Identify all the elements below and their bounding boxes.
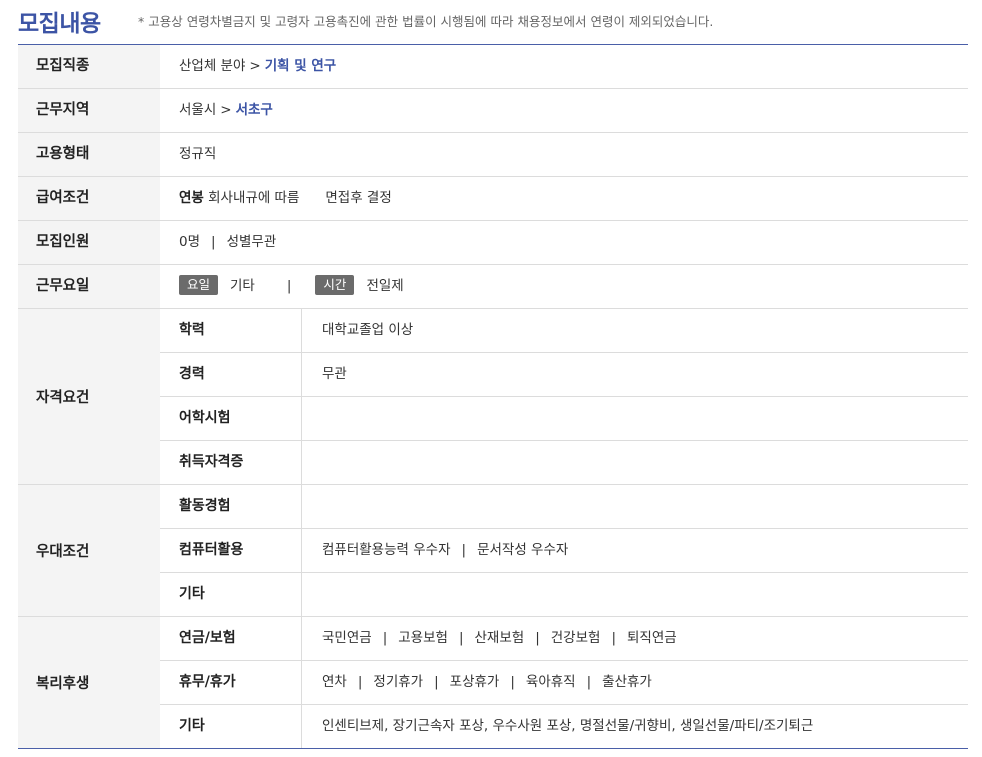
salary-prefix: 연봉 <box>179 190 204 206</box>
list-item: 육아휴직 <box>525 674 576 690</box>
divider: | <box>510 674 515 690</box>
divider: | <box>286 278 292 294</box>
day-badge: 요일 <box>179 275 219 295</box>
list-item: 고용보험 <box>398 630 448 646</box>
row-label: 고용형태 <box>18 133 160 176</box>
recruitment-content-section: 모집내용 * 고용상 연령차별금지 및 고령자 고용촉진에 관한 법률이 시행됨… <box>0 0 982 757</box>
sub-value: 컴퓨터활용능력 우수자 | 문서작성 우수자 <box>322 529 568 572</box>
sub-row-insurance: 연금/보험 국민연금 | 고용보험 | 산재보험 | 건강보험 | 퇴직연금 <box>160 617 968 661</box>
row-label: 근무지역 <box>18 89 160 132</box>
sub-label: 취득자격증 <box>160 441 302 484</box>
list-item: 컴퓨터활용능력 우수자 <box>322 542 451 558</box>
sub-row-experience: 경력 무관 <box>160 353 968 397</box>
divider: | <box>611 630 616 646</box>
recruit-gender: 성별무관 <box>226 234 277 250</box>
list-item: 연차 <box>322 674 347 690</box>
row-employment-type: 고용형태 정규직 <box>18 133 968 177</box>
sub-value: 인센티브제, 장기근속자 포상, 우수사원 포상, 명절선물/귀향비, 생일선물… <box>322 718 814 734</box>
divider: | <box>458 630 464 646</box>
sub-label: 연금/보험 <box>160 617 302 660</box>
sub-row-other: 기타 <box>160 573 968 616</box>
group-qualification: 자격요건 학력 대학교졸업 이상 경력 무관 어학시험 취득자격증 <box>18 309 968 485</box>
row-value: 산업체 분야 > 기획 및 연구 <box>179 45 336 88</box>
divider: | <box>357 674 363 690</box>
row-value: 연봉 회사내규에 따름 면접후 결정 <box>179 177 392 220</box>
sub-row-education: 학력 대학교졸업 이상 <box>160 309 968 353</box>
group-welfare: 복리후생 연금/보험 국민연금 | 고용보험 | 산재보험 | 건강보험 | 퇴직연금 휴무/휴… <box>18 617 968 749</box>
divider: | <box>586 674 592 690</box>
group-label: 우대조건 <box>18 485 160 616</box>
divider: | <box>461 542 467 558</box>
row-job-category: 모집직종 산업체 분야 > 기획 및 연구 <box>18 45 968 89</box>
time-badge: 시간 <box>315 275 355 295</box>
recruit-count: 0명 <box>179 234 201 250</box>
salary-value: 회사내규에 따름 <box>208 190 300 206</box>
sub-row-computer: 컴퓨터활용 컴퓨터활용능력 우수자 | 문서작성 우수자 <box>160 529 968 573</box>
row-recruit-count: 모집인원 0명 | 성별무관 <box>18 221 968 265</box>
row-label: 모집직종 <box>18 45 160 88</box>
location-district-link[interactable]: 서초구 <box>236 102 273 118</box>
list-item: 정기휴가 <box>373 674 424 690</box>
chevron-right-icon: > <box>249 58 261 74</box>
group-label: 복리후생 <box>18 617 160 748</box>
sub-row-certificates: 취득자격증 <box>160 441 968 484</box>
job-field-link[interactable]: 기획 및 연구 <box>265 58 337 74</box>
section-header: 모집내용 * 고용상 연령차별금지 및 고령자 고용촉진에 관한 법률이 시행됨… <box>18 0 968 45</box>
sub-row-language-test: 어학시험 <box>160 397 968 441</box>
row-salary: 급여조건 연봉 회사내규에 따름 면접후 결정 <box>18 177 968 221</box>
sub-value: 국민연금 | 고용보험 | 산재보험 | 건강보험 | 퇴직연금 <box>322 617 677 660</box>
list-item: 건강보험 <box>550 630 601 646</box>
sub-label: 학력 <box>160 309 302 352</box>
row-label: 모집인원 <box>18 221 160 264</box>
group-label: 자격요건 <box>18 309 160 484</box>
age-notice: * 고용상 연령차별금지 및 고령자 고용촉진에 관한 법률이 시행됨에 따라 … <box>138 14 714 29</box>
sub-row-activity: 활동경험 <box>160 485 968 529</box>
salary-extra: 면접후 결정 <box>325 190 392 206</box>
row-work-days: 근무요일 요일 기타 | 시간 전일제 <box>18 265 968 309</box>
sub-value: 대학교졸업 이상 <box>322 322 414 338</box>
divider: | <box>434 674 439 690</box>
sub-value: 연차 | 정기휴가 | 포상휴가 | 육아휴직 | 출산휴가 <box>322 661 652 704</box>
list-item: 포상휴가 <box>449 674 500 690</box>
divider: | <box>211 234 216 250</box>
row-work-location: 근무지역 서울시 > 서초구 <box>18 89 968 133</box>
section-title: 모집내용 <box>18 11 101 37</box>
group-preference: 우대조건 활동경험 컴퓨터활용 컴퓨터활용능력 우수자 | 문서작성 우수자 기타 <box>18 485 968 617</box>
sub-row-welfare-other: 기타 인센티브제, 장기근속자 포상, 우수사원 포상, 명절선물/귀향비, 생… <box>160 705 968 748</box>
employment-type-value: 정규직 <box>179 146 217 162</box>
sub-label: 어학시험 <box>160 397 302 440</box>
recruitment-table: 모집직종 산업체 분야 > 기획 및 연구 근무지역 서울시 > 서초구 고용형태 정규… <box>18 45 968 749</box>
list-item: 퇴직연금 <box>627 630 677 646</box>
sub-value: 무관 <box>322 366 347 382</box>
sub-label: 활동경험 <box>160 485 302 528</box>
sub-row-leave: 휴무/휴가 연차 | 정기휴가 | 포상휴가 | 육아휴직 | 출산휴가 <box>160 661 968 705</box>
location-city: 서울시 <box>179 102 217 118</box>
row-value: 서울시 > 서초구 <box>179 89 273 132</box>
row-value: 요일 기타 | 시간 전일제 <box>179 265 404 308</box>
row-value: 0명 | 성별무관 <box>179 221 276 264</box>
sub-label: 기타 <box>160 705 302 748</box>
divider: | <box>535 630 540 646</box>
list-item: 문서작성 우수자 <box>477 542 569 558</box>
list-item: 출산휴가 <box>602 674 652 690</box>
divider: | <box>382 630 388 646</box>
sub-label: 경력 <box>160 353 302 396</box>
row-label: 급여조건 <box>18 177 160 220</box>
sub-label: 기타 <box>160 573 302 616</box>
sub-label: 휴무/휴가 <box>160 661 302 704</box>
row-label: 근무요일 <box>18 265 160 308</box>
chevron-right-icon: > <box>220 102 232 118</box>
day-value: 기타 <box>230 278 255 294</box>
list-item: 산재보험 <box>474 630 525 646</box>
sub-label: 컴퓨터활용 <box>160 529 302 572</box>
time-value: 전일제 <box>366 278 404 294</box>
job-category: 산업체 분야 <box>179 58 246 74</box>
list-item: 국민연금 <box>322 630 372 646</box>
